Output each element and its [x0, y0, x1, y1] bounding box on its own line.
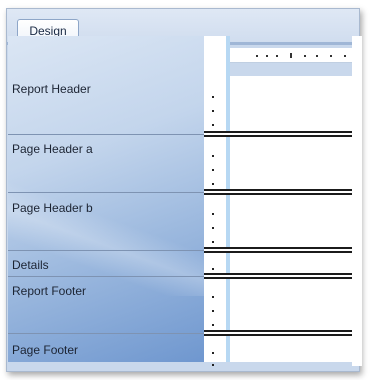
panel-gradient-highlight	[8, 176, 204, 296]
vertical-ruler	[204, 36, 226, 362]
ruler-dot	[212, 96, 214, 98]
section-divider	[8, 250, 204, 251]
ruler-dot	[212, 296, 214, 298]
ruler-tick	[344, 55, 346, 57]
section-divider	[8, 192, 204, 193]
ruler-tick	[266, 55, 268, 57]
ruler-dot	[212, 124, 214, 126]
design-surface[interactable]	[230, 76, 352, 362]
ruler-dot	[212, 324, 214, 326]
section-label-report-footer[interactable]: Report Footer	[12, 284, 86, 298]
ruler-dot	[212, 227, 214, 229]
ruler-dot	[212, 268, 214, 270]
ruler-dot	[212, 110, 214, 112]
ruler-tick	[256, 55, 258, 57]
section-label-page-header-a[interactable]: Page Header a	[12, 142, 93, 156]
section-bar-report-footer[interactable]	[204, 273, 352, 279]
section-bar-page-header-b[interactable]	[204, 189, 352, 195]
ruler-dot	[212, 352, 214, 354]
section-label-page-footer[interactable]: Page Footer	[12, 343, 78, 357]
section-bar-details[interactable]	[204, 247, 352, 253]
section-divider	[8, 134, 204, 135]
ruler-dot	[212, 241, 214, 243]
ruler-dot	[212, 169, 214, 171]
ruler-tick	[330, 55, 332, 57]
section-divider	[8, 276, 204, 277]
ruler-dot	[212, 310, 214, 312]
ruler-tick	[276, 55, 278, 57]
ruler-tick	[304, 55, 306, 57]
section-label-report-header[interactable]: Report Header	[12, 82, 91, 96]
section-bar-page-header-a[interactable]	[204, 131, 352, 137]
torn-edge	[352, 36, 362, 366]
ruler-tick	[316, 55, 318, 57]
ruler-dot	[212, 155, 214, 157]
ruler-dot	[212, 213, 214, 215]
section-bar-page-footer[interactable]	[204, 330, 352, 336]
ruler-dot	[212, 183, 214, 185]
section-divider	[8, 333, 204, 334]
section-label-details[interactable]: Details	[12, 258, 49, 272]
ruler-tick	[290, 53, 292, 58]
ruler-dot	[212, 364, 214, 366]
section-label-page-header-b[interactable]: Page Header b	[12, 201, 93, 215]
